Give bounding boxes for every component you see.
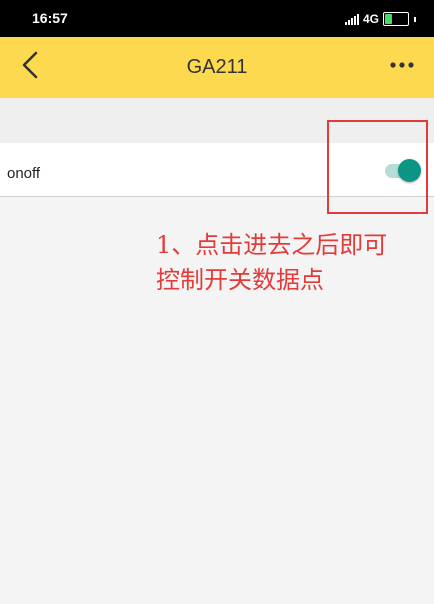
battery-percent: 33 [391,12,401,21]
status-bar: 16:57 4G 33 [0,0,434,37]
more-horizontal-icon [390,62,414,68]
battery-tip [414,16,416,22]
annotation-line-1: 1、点击进去之后即可 [156,231,388,259]
page-title: GA211 [186,56,248,78]
status-time: 16:57 [32,10,68,26]
network-type: 4G [362,12,379,26]
annotation-text: 1、点击进去之后即可 控制开关数据点 [156,228,426,298]
status-indicators: 4G 33 [344,11,416,27]
app-bar: GA211 [0,37,434,98]
annotation-highlight-box [327,120,428,214]
signal-icon [344,13,359,25]
more-options-button[interactable] [382,49,422,85]
datapoint-label: onoff [7,165,41,182]
annotation-line-2: 控制开关数据点 [156,266,324,294]
battery-icon: 33 [383,12,409,26]
